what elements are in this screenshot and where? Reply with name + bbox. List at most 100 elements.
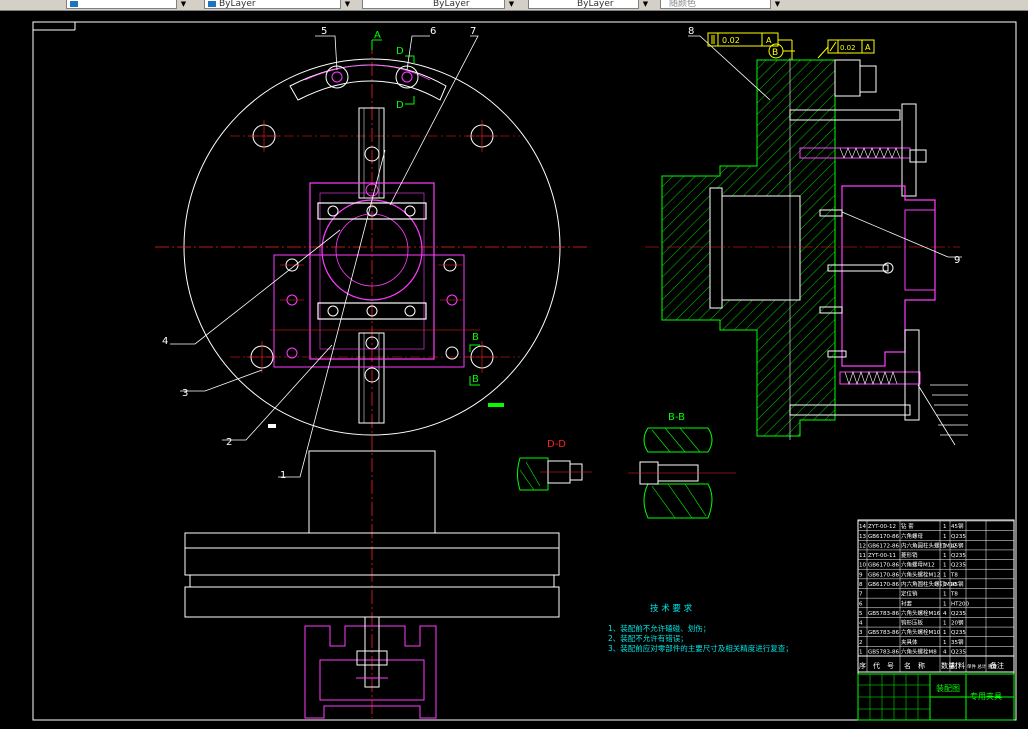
side-plate (273, 254, 465, 368)
spring-coils (839, 147, 901, 385)
table-cell: GB6170-86 (868, 582, 900, 588)
color-value: ByLayer (219, 0, 256, 9)
leader-lines (170, 35, 479, 478)
table-header-cell: 名 称 (904, 661, 925, 670)
table-cell: Q235 (951, 611, 966, 617)
view-label-bb: B-B (668, 412, 685, 423)
table-cell: GB6170-86 (868, 534, 900, 540)
section-dd-view: D-D (517, 439, 592, 491)
table-cell: 六角螺母 (901, 532, 924, 540)
section-a-mark: A (371, 30, 382, 50)
chevron-down-icon[interactable]: ▼ (638, 0, 652, 9)
balloon-6: 6 (430, 26, 436, 37)
top-lug (834, 59, 861, 97)
tolerance-1-datum: A (766, 36, 772, 45)
table-cell: 10 (859, 563, 866, 569)
layer-dropdown[interactable] (66, 0, 190, 9)
chevron-down-icon[interactable]: ▼ (770, 0, 784, 9)
table-cell: 内六角圆柱头螺钉M12 (901, 541, 957, 549)
section-d-label: D (396, 100, 404, 111)
plotstyle-value: 随颜色 (669, 0, 697, 9)
lineweight-dropdown[interactable]: ByLayer (528, 0, 652, 9)
tolerance-1-value: 0.02 (722, 36, 740, 45)
tolerance-2-datum: A (865, 43, 871, 52)
table-cell: HT200 (951, 601, 969, 607)
arc-bolt-inner (401, 71, 413, 83)
table-cell: Q235 (951, 553, 966, 559)
table-cell: T8 (950, 572, 958, 578)
plotstyle-dropdown[interactable]: 随颜色 (660, 0, 784, 9)
cable-stubs (917, 384, 968, 446)
table-cell: 1 (859, 650, 863, 656)
magenta-fixture (841, 185, 936, 367)
balloon-7: 7 (470, 26, 476, 37)
product-name: 专用夹具 (970, 691, 1002, 701)
table-cell: GB5783-86 (868, 650, 900, 656)
table-cell: 1 (943, 640, 947, 646)
magenta-column (904, 329, 920, 421)
table-cell: 菱形销 (901, 551, 918, 559)
bore-step (709, 187, 723, 309)
side-pin (286, 347, 298, 359)
table-cell: 六角螺母M12 (901, 561, 935, 569)
table-cell: 六角头螺栓M16 (901, 609, 941, 617)
color-dropdown[interactable]: ByLayer (204, 0, 354, 9)
table-cell: GB6170-86 (868, 572, 900, 578)
balloon-3: 3 (182, 388, 188, 399)
table-cell: 7 (859, 592, 863, 598)
section-bb-view: B-B (628, 412, 736, 519)
top-clamp-nut (909, 149, 927, 163)
table-cell: 1 (943, 563, 947, 569)
chevron-down-icon[interactable]: ▼ (176, 0, 190, 9)
table-cell: GB5783-86 (868, 611, 900, 617)
table-cell: Q235 (951, 534, 966, 540)
table-cell: 35钢 (951, 638, 964, 646)
arc-slot (289, 64, 447, 101)
color-swatch-icon (208, 1, 216, 7)
table-cell: 1 (943, 524, 947, 530)
tolerance-frame-2: 0.02 A (817, 39, 875, 59)
table-cell: 2 (859, 640, 863, 646)
tolerance-frame-1: 0.02 A (707, 32, 793, 60)
leader-tag (488, 403, 504, 407)
table-cell: 11 (859, 553, 866, 559)
balloon-8: 8 (688, 26, 694, 37)
side-section-view: 8 9 0.02 A 0.02 A B (645, 26, 968, 446)
table-cell: 8 (859, 582, 863, 588)
table-cell: GB6170-86 (868, 563, 900, 569)
table-cell: 1 (943, 553, 947, 559)
tolerance-2-value: 0.02 (840, 44, 856, 52)
table-cell: 4 (943, 611, 947, 617)
balloon-9: 9 (954, 255, 960, 266)
view-label-dd: D-D (547, 439, 566, 450)
section-b-label: B (472, 374, 479, 385)
section-a-label: A (374, 30, 381, 41)
table-cell: 1 (943, 572, 947, 578)
leader-tag (268, 424, 276, 428)
table-cell: 1 (943, 534, 947, 540)
table-cell: 1 (943, 601, 947, 607)
table-header-cell: 备注 (990, 661, 1004, 670)
balloon-2: 2 (226, 437, 232, 448)
lower-housing (304, 625, 437, 719)
table-cell: 六角头螺栓M8 (901, 648, 937, 656)
table-cell: 45钢 (951, 580, 964, 588)
lineweight-value: ByLayer (577, 0, 614, 9)
leader-9 (841, 211, 962, 258)
tech-note-3: 3、装配前应对零部件的主要尺寸及相关精度进行复查； (608, 643, 793, 653)
linetype-value: ByLayer (433, 0, 470, 9)
bore (717, 195, 801, 301)
chevron-down-icon[interactable]: ▼ (340, 0, 354, 9)
drawing-canvas[interactable]: B B A D D 5 6 7 4 3 2 1 D-D B-B 8 9 0.02… (0, 10, 1028, 729)
table-cell: 4 (859, 621, 863, 627)
arc-bolt-inner (331, 71, 343, 83)
pin-centermarks (270, 264, 480, 331)
balloon-1: 1 (280, 470, 286, 481)
linetype-dropdown[interactable]: ByLayer (362, 0, 518, 9)
table-cell: 6 (859, 601, 863, 607)
tech-note-2: 2、装配不允许有错误； (608, 633, 688, 643)
table-header-cell: 序 (859, 661, 866, 670)
table-cell: 4 (943, 650, 947, 656)
chevron-down-icon[interactable]: ▼ (504, 0, 518, 9)
table-cell: 夹具体 (901, 638, 918, 646)
